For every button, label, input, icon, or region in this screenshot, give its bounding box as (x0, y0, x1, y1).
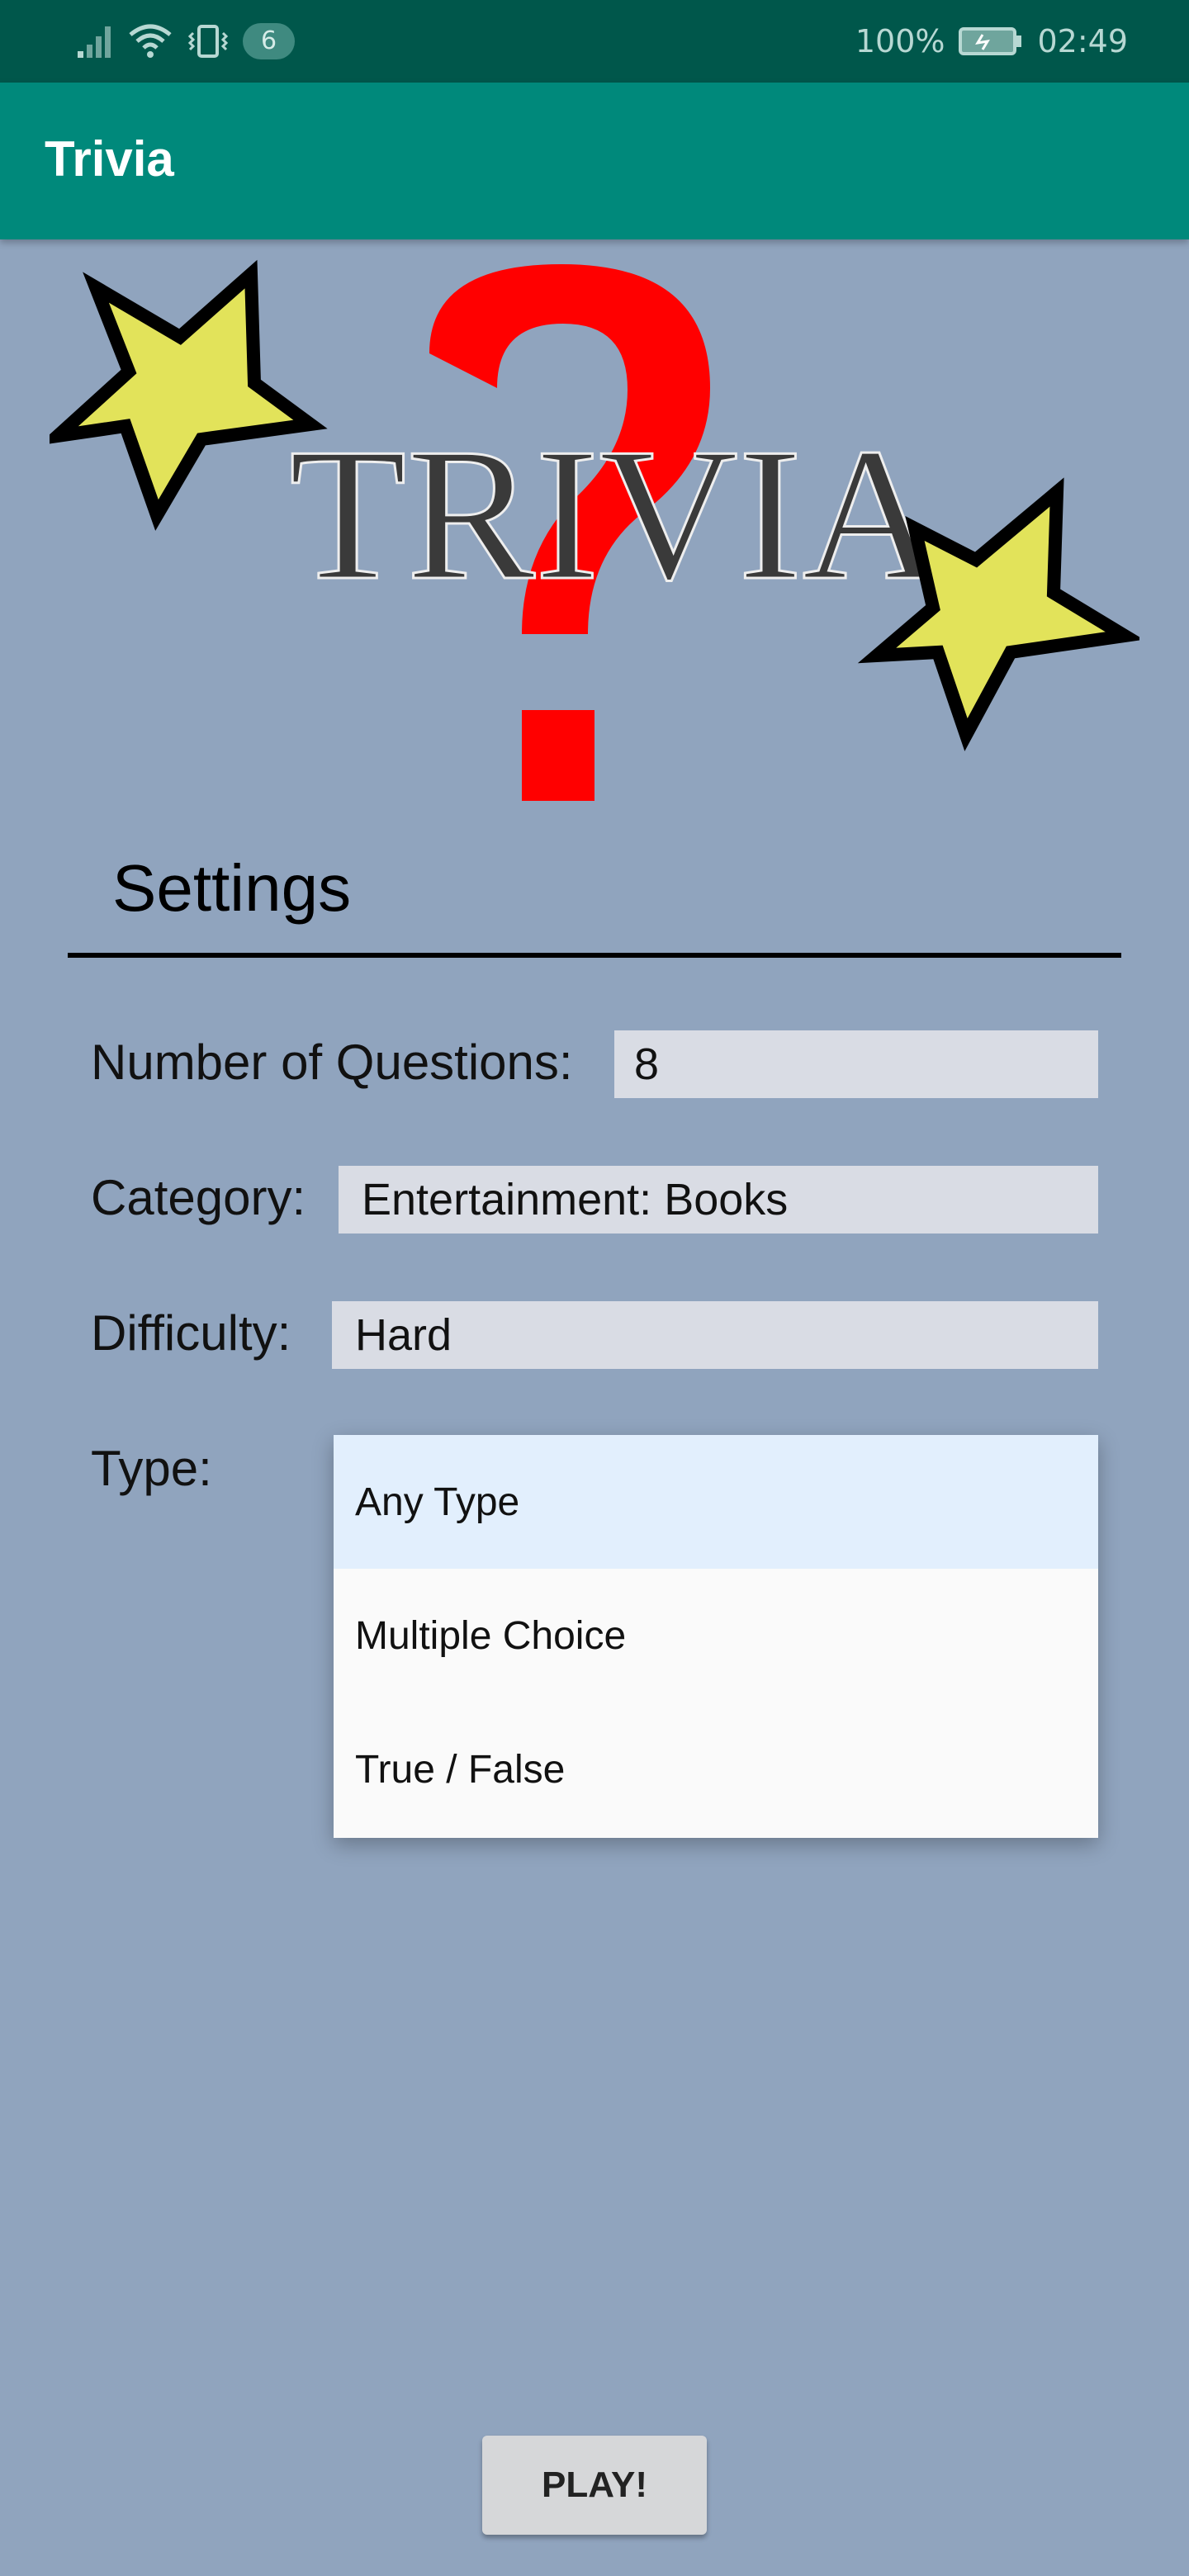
type-option-boolean[interactable]: True / False (334, 1702, 1098, 1836)
status-icons-left: 6 (76, 18, 296, 64)
type-option-multiple[interactable]: Multiple Choice (334, 1569, 1098, 1702)
logo-text: TRIVIA (289, 409, 941, 619)
settings-title: Settings (112, 851, 352, 925)
questions-input[interactable]: 8 (614, 1030, 1098, 1098)
vibrate-icon (187, 25, 229, 58)
notification-count-badge: 6 (243, 23, 296, 59)
status-bar: 6 100% 02:49 (0, 0, 1189, 83)
app-title: Trivia (45, 131, 174, 187)
question-mark-dot (522, 710, 594, 801)
difficulty-value: Hard (355, 1310, 452, 1360)
settings-divider (68, 953, 1121, 958)
questions-value: 8 (634, 1039, 660, 1089)
clock: 02:49 (1037, 23, 1128, 59)
signal-icon (78, 26, 111, 58)
difficulty-label: Difficulty: (91, 1305, 291, 1361)
wifi-icon (129, 24, 172, 58)
difficulty-dropdown[interactable]: Hard (332, 1301, 1098, 1369)
play-button[interactable]: PLAY! (482, 2436, 707, 2535)
star-left-icon (50, 259, 328, 531)
app-bar: Trivia (0, 83, 1189, 239)
questions-label: Number of Questions: (91, 1035, 573, 1090)
category-dropdown[interactable]: Entertainment: Books (339, 1166, 1098, 1234)
battery-percentage: 100% (855, 23, 945, 59)
trivia-logo: TRIVIA (50, 259, 1139, 801)
type-option-any[interactable]: Any Type (334, 1435, 1098, 1569)
battery-charging-icon (959, 27, 1022, 55)
type-dropdown-menu: Any Type Multiple Choice True / False (334, 1435, 1098, 1838)
category-value: Entertainment: Books (362, 1175, 789, 1224)
status-icons-right: 100% 02:49 (855, 18, 1128, 64)
category-label: Category: (91, 1170, 306, 1225)
type-label: Type: (91, 1441, 212, 1496)
